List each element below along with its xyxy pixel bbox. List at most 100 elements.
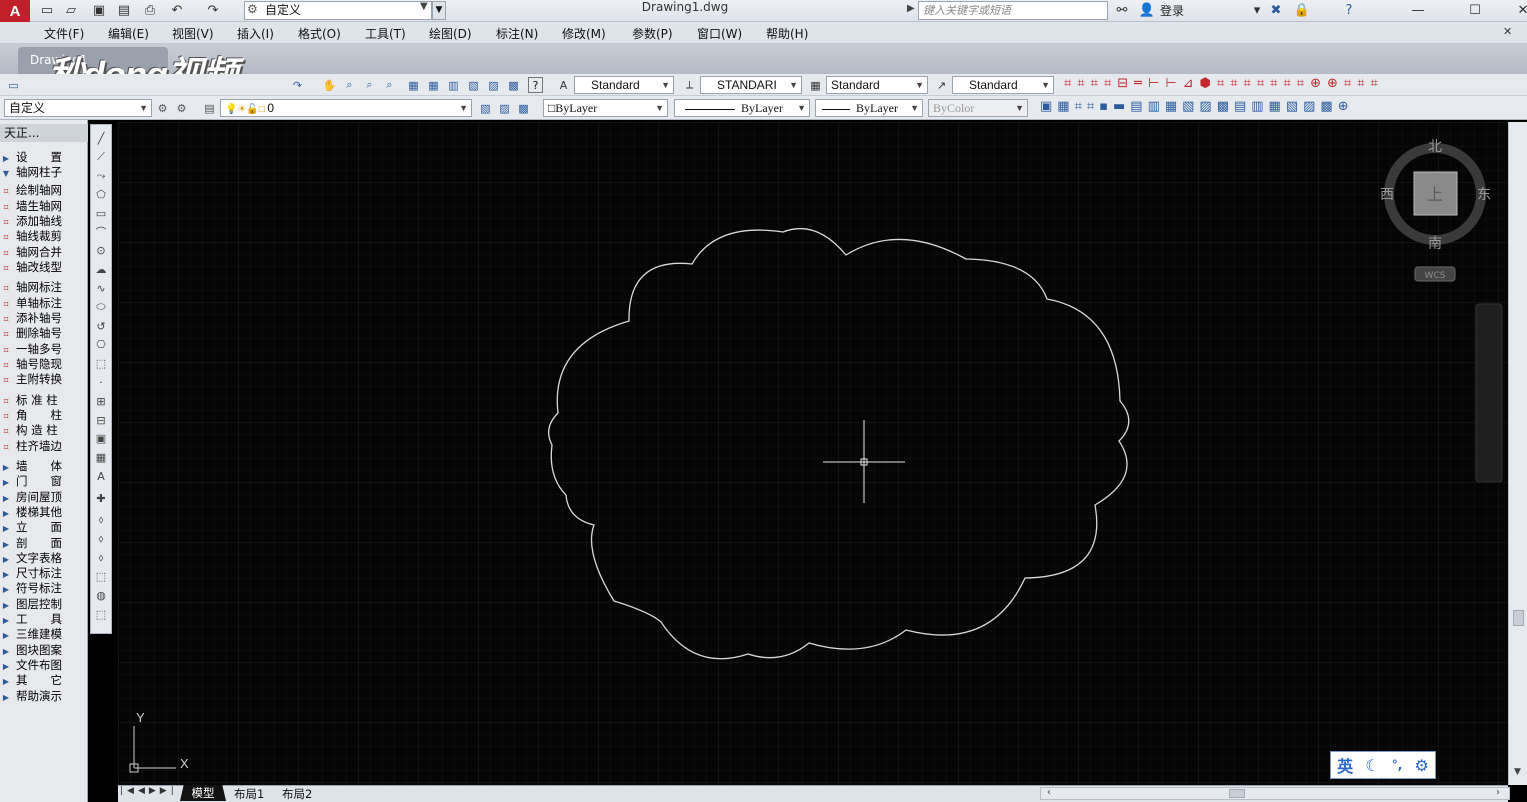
help-icon[interactable]: ? <box>528 77 543 93</box>
menu-file[interactable]: 文件(F) <box>44 25 84 42</box>
properties-icon[interactable]: ▦ <box>406 77 421 93</box>
horizontal-scrollbar[interactable]: ‹ › <box>1040 787 1510 800</box>
menu-edit[interactable]: 编辑(E) <box>108 25 149 42</box>
subscription-icon[interactable]: 🔒 <box>1293 2 1311 19</box>
make-current-layer-icon[interactable]: ▧ <box>478 100 493 116</box>
vertical-scroll-thumb[interactable] <box>1513 610 1524 626</box>
maximize-button[interactable]: ☐ <box>1452 0 1498 20</box>
punctuation-icon[interactable]: °, <box>1392 758 1403 772</box>
design-center-icon[interactable]: ▦ <box>426 77 441 93</box>
panel-item[interactable]: ⌗ 构 造 柱 <box>0 423 88 438</box>
draw-tool-icon[interactable]: ☁ <box>93 262 109 278</box>
search-input[interactable]: 键入关键字或短语 <box>918 1 1108 20</box>
drawing-canvas[interactable]: Y X 上 北 南 东 西 WCS <box>118 122 1508 785</box>
panel-item[interactable]: ▶ 设 置 <box>0 150 88 165</box>
draw-tool-icon[interactable]: ⬨ <box>93 512 109 528</box>
draw-tool-icon[interactable]: ⬨ <box>93 550 109 566</box>
tarch-toolbar-icons[interactable]: ⌗⌗⌗⌗⊟═⊢⊢⊿⬢⌗⌗⌗⌗⌗⌗⌗⊕⊕⌗⌗⌗ <box>1064 76 1520 94</box>
draw-tool-icon[interactable]: ⬚ <box>93 356 109 372</box>
menu-parametric[interactable]: 参数(P) <box>632 25 673 42</box>
scroll-left-icon[interactable]: ‹ <box>1047 787 1051 798</box>
panel-item[interactable]: ▶ 剖 面 <box>0 536 88 551</box>
menu-modify[interactable]: 修改(M) <box>562 25 606 42</box>
draw-tool-icon[interactable]: · <box>93 374 109 390</box>
draw-tool-icon[interactable]: ∿ <box>93 280 109 296</box>
menu-insert[interactable]: 插入(I) <box>237 25 274 42</box>
draw-tool-icon[interactable]: ✚ <box>93 490 109 506</box>
tab-navigation-arrows[interactable]: |◀◀▶▶| <box>120 786 178 796</box>
layer-select[interactable]: 💡☀🔓□ 0 ▼ <box>220 99 472 117</box>
compass-north[interactable]: 北 <box>1428 139 1442 155</box>
login-button[interactable]: 登录 <box>1160 2 1184 19</box>
horizontal-scroll-thumb[interactable] <box>1229 789 1245 798</box>
draw-tool-icon[interactable]: ⬭ <box>93 299 109 315</box>
menu-window[interactable]: 窗口(W) <box>697 25 742 42</box>
ime-language[interactable]: 英 <box>1337 753 1353 777</box>
panel-item[interactable]: ▶ 图块图案 <box>0 643 88 658</box>
pan-icon[interactable]: ✋ <box>322 77 337 93</box>
panel-item[interactable]: ⌗ 添加轴线 <box>0 214 88 229</box>
zoom-previous-icon[interactable]: ⌕ <box>382 77 397 93</box>
search-expand-icon[interactable]: ▶ <box>907 3 915 14</box>
markup-icon[interactable]: ▨ <box>486 77 501 93</box>
linetype-select[interactable]: ByLayer ▼ <box>674 99 810 117</box>
draw-tool-icon[interactable]: ▣ <box>93 431 109 447</box>
multileader-style-select[interactable]: Standard ▼ <box>952 76 1054 94</box>
draw-tool-icon[interactable]: ▭ <box>93 205 109 221</box>
panel-item[interactable]: ▶ 帮助演示 <box>0 689 88 704</box>
layer-previous-icon[interactable]: ▨ <box>497 100 512 116</box>
workspace-combo[interactable]: 自定义 ▼ <box>4 99 152 117</box>
draw-tool-icon[interactable]: ⟋ <box>93 149 109 165</box>
panel-item[interactable]: ⌗ 轴号隐现 <box>0 357 88 372</box>
panel-item[interactable]: ▼ 轴网柱子 <box>0 165 88 180</box>
compass-south[interactable]: 南 <box>1428 236 1442 252</box>
new-icon[interactable]: ▭ <box>6 77 21 93</box>
menu-view[interactable]: 视图(V) <box>172 25 214 42</box>
dim-style-select[interactable]: STANDARI ▼ <box>700 76 802 94</box>
minimize-button[interactable]: — <box>1395 0 1441 20</box>
calculator-icon[interactable]: ▩ <box>506 77 521 93</box>
draw-tool-icon[interactable]: ⬚ <box>93 606 109 622</box>
gear-icon[interactable]: ⚙ <box>1415 756 1429 775</box>
close-button[interactable]: ✕ <box>1500 0 1527 20</box>
menu-close-icon[interactable]: ✕ <box>1503 25 1512 38</box>
panel-item[interactable]: ▶ 三维建模 <box>0 627 88 642</box>
panel-item[interactable]: ⌗ 轴网合并 <box>0 245 88 260</box>
panel-item[interactable]: ▶ 符号标注 <box>0 581 88 596</box>
panel-item[interactable]: ⌗ 添补轴号 <box>0 311 88 326</box>
panel-item[interactable]: ▶ 楼梯其他 <box>0 505 88 520</box>
navigation-bar[interactable] <box>1475 303 1503 483</box>
vertical-scrollbar[interactable]: ▼ <box>1508 122 1527 785</box>
panel-item[interactable]: ▶ 立 面 <box>0 520 88 535</box>
compass-east[interactable]: 东 <box>1477 187 1491 203</box>
compass-west[interactable]: 西 <box>1380 187 1394 203</box>
color-select[interactable]: □ByLayer ▼ <box>543 99 668 117</box>
scroll-down-icon[interactable]: ▼ <box>1514 767 1521 777</box>
chevron-down-icon[interactable]: ▾ <box>1248 2 1266 19</box>
draw-tool-icon[interactable]: ⊙ <box>93 243 109 259</box>
panel-item[interactable]: ⌗ 角 柱 <box>0 408 88 423</box>
tab-model[interactable]: 模型 <box>180 785 226 801</box>
panel-item[interactable]: ▶ 其 它 <box>0 673 88 688</box>
draw-tool-icon[interactable]: A <box>93 468 109 484</box>
draw-tool-icon[interactable]: ⬚ <box>93 569 109 585</box>
workspace-settings-icon[interactable]: ⚙ <box>174 100 189 116</box>
panel-item[interactable]: ⌗ 墙生轴网 <box>0 199 88 214</box>
panel-item[interactable]: ⌗ 一轴多号 <box>0 342 88 357</box>
zoom-realtime-icon[interactable]: ⌕ <box>342 77 357 93</box>
exchange-icon[interactable]: ✖ <box>1267 2 1285 19</box>
table-style-select[interactable]: Standard ▼ <box>826 76 928 94</box>
panel-item[interactable]: ⌗ 轴改线型 <box>0 260 88 275</box>
lineweight-select[interactable]: ByLayer ▼ <box>815 99 923 117</box>
draw-tool-icon[interactable]: ↺ <box>93 318 109 334</box>
tab-layout1[interactable]: 布局1 <box>234 786 264 802</box>
draw-tool-icon[interactable]: ⌒ <box>93 224 109 240</box>
zoom-window-icon[interactable]: ⌕ <box>362 77 377 93</box>
draw-tool-icon[interactable]: ⬨ <box>93 531 109 547</box>
panel-item[interactable]: ▶ 墙 体 <box>0 459 88 474</box>
layer-manager-icon[interactable]: ▤ <box>202 100 217 116</box>
tool-palettes-icon[interactable]: ▥ <box>446 77 461 93</box>
draw-tool-icon[interactable]: ⊞ <box>93 393 109 409</box>
redo-icon[interactable]: ↷ <box>290 77 305 93</box>
panel-item[interactable]: ▶ 文件布图 <box>0 658 88 673</box>
